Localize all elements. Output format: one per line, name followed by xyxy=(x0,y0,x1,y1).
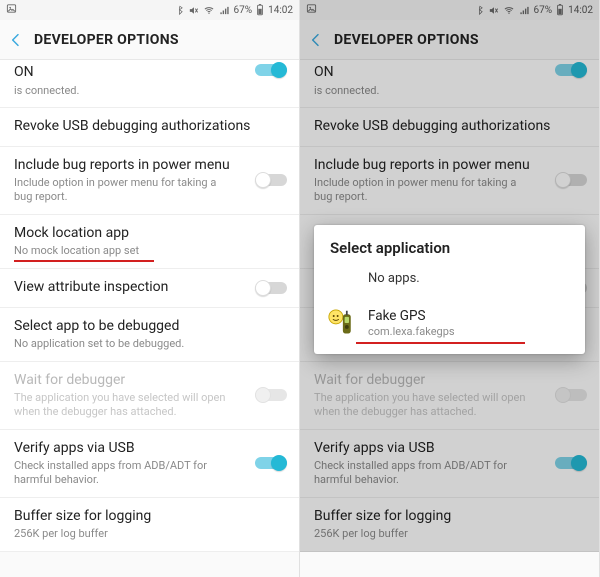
image-icon xyxy=(6,3,17,17)
row-bug-reports[interactable]: Include bug reports in power menu Includ… xyxy=(0,147,299,215)
fake-gps-icon xyxy=(328,309,356,337)
row-title: Select app to be debugged xyxy=(14,318,285,336)
row-title: Mock location app xyxy=(14,225,285,243)
dialog-no-apps[interactable]: No apps. xyxy=(314,267,585,300)
settings-list: ON is connected. Revoke USB debugging au… xyxy=(0,60,299,552)
row-sub: is connected. xyxy=(14,84,285,98)
battery-icon xyxy=(256,4,264,16)
row-sub: Include option in power menu for taking … xyxy=(14,176,285,204)
row-title: View attribute inspection xyxy=(14,279,285,297)
row-verify-apps[interactable]: Verify apps via USB Check installed apps… xyxy=(300,430,599,498)
row-select-debug-app[interactable]: Select app to be debugged No application… xyxy=(0,308,299,362)
row-title: ON xyxy=(14,64,285,82)
row-sub: Check installed apps from ADB/ADT for ha… xyxy=(314,459,585,487)
bluetooth-icon xyxy=(175,5,184,16)
signal-icon xyxy=(519,5,530,16)
row-buffer-size[interactable]: Buffer size for logging 256K per log buf… xyxy=(300,498,599,552)
dialog-app-item[interactable]: Fake GPS com.lexa.fakegps xyxy=(314,300,585,354)
mute-icon xyxy=(188,5,199,16)
row-sub: No mock location app set xyxy=(14,244,285,258)
dialog-title: Select application xyxy=(314,225,585,267)
row-title: ON xyxy=(314,64,585,82)
toggle-bug-reports[interactable] xyxy=(555,172,587,188)
row-title: Buffer size for logging xyxy=(314,508,585,526)
page-title: DEVELOPER OPTIONS xyxy=(334,32,479,48)
toggle-bug-reports[interactable] xyxy=(255,172,287,188)
toggle-master[interactable] xyxy=(555,62,587,78)
status-bar: 67% 14:02 xyxy=(0,0,299,20)
row-sub: The application you have selected will o… xyxy=(14,391,285,419)
dialog-app-name: Fake GPS xyxy=(368,308,455,324)
toggle-verify-apps[interactable] xyxy=(255,455,287,471)
page-title: DEVELOPER OPTIONS xyxy=(34,32,179,48)
back-icon[interactable] xyxy=(8,32,24,48)
row-title: Revoke USB debugging authorizations xyxy=(14,118,285,136)
screenshot-right: 67% 14:02 DEVELOPER OPTIONS ON is connec… xyxy=(300,0,600,577)
header: DEVELOPER OPTIONS xyxy=(0,20,299,60)
clock-text: 14:02 xyxy=(568,5,593,16)
row-sub: Check installed apps from ADB/ADT for ha… xyxy=(14,459,285,487)
row-sub: The application you have selected will o… xyxy=(314,391,585,419)
battery-text: 67% xyxy=(534,5,553,16)
row-title: Revoke USB debugging authorizations xyxy=(314,118,585,136)
row-sub: is connected. xyxy=(314,84,585,98)
row-title: Wait for debugger xyxy=(14,372,285,390)
header: DEVELOPER OPTIONS xyxy=(300,20,599,60)
clock-text: 14:02 xyxy=(268,5,293,16)
row-sub: 256K per log buffer xyxy=(14,527,285,541)
annotation-underline xyxy=(356,342,525,344)
row-revoke-usb[interactable]: Revoke USB debugging authorizations xyxy=(0,108,299,147)
wifi-icon xyxy=(503,5,515,16)
battery-text: 67% xyxy=(234,5,253,16)
toggle-view-attribute[interactable] xyxy=(255,280,287,296)
row-title: Include bug reports in power menu xyxy=(14,157,285,175)
row-wait-for-debugger: Wait for debugger The application you ha… xyxy=(300,362,599,430)
row-mock-location[interactable]: Mock location app No mock location app s… xyxy=(0,215,299,269)
row-sub: Include option in power menu for taking … xyxy=(314,176,585,204)
row-verify-apps[interactable]: Verify apps via USB Check installed apps… xyxy=(0,430,299,498)
battery-icon xyxy=(556,4,564,16)
screenshot-left: 67% 14:02 DEVELOPER OPTIONS ON is connec… xyxy=(0,0,300,577)
toggle-wait-debugger xyxy=(555,387,587,403)
row-wait-for-debugger: Wait for debugger The application you ha… xyxy=(0,362,299,430)
row-revoke-usb[interactable]: Revoke USB debugging authorizations xyxy=(300,108,599,147)
wifi-icon xyxy=(203,5,215,16)
status-bar: 67% 14:02 xyxy=(300,0,599,20)
row-sub: 256K per log buffer xyxy=(314,527,585,541)
row-master-switch[interactable]: ON is connected. xyxy=(300,60,599,108)
row-master-switch[interactable]: ON is connected. xyxy=(0,60,299,108)
mute-icon xyxy=(488,5,499,16)
row-title: Buffer size for logging xyxy=(14,508,285,526)
bluetooth-icon xyxy=(475,5,484,16)
row-title: Wait for debugger xyxy=(314,372,585,390)
row-title: Verify apps via USB xyxy=(14,440,285,458)
back-icon[interactable] xyxy=(308,32,324,48)
row-view-attribute[interactable]: View attribute inspection xyxy=(0,269,299,308)
toggle-verify-apps[interactable] xyxy=(555,455,587,471)
select-application-dialog: Select application No apps. Fake GPS com… xyxy=(314,225,585,354)
annotation-underline xyxy=(14,260,154,262)
row-title: Verify apps via USB xyxy=(314,440,585,458)
row-title: Include bug reports in power menu xyxy=(314,157,585,175)
toggle-master[interactable] xyxy=(255,62,287,78)
signal-icon xyxy=(219,5,230,16)
row-buffer-size[interactable]: Buffer size for logging 256K per log buf… xyxy=(0,498,299,552)
dialog-app-package: com.lexa.fakegps xyxy=(368,325,455,338)
row-sub: No application set to be debugged. xyxy=(14,337,285,351)
toggle-wait-debugger xyxy=(255,387,287,403)
row-bug-reports[interactable]: Include bug reports in power menu Includ… xyxy=(300,147,599,215)
image-icon xyxy=(306,3,317,17)
